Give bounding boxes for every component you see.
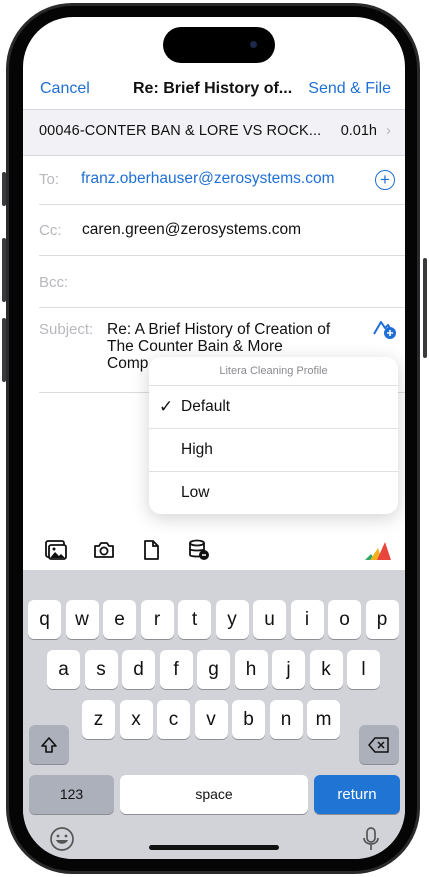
key-h[interactable]: h bbox=[234, 650, 268, 689]
key-w[interactable]: w bbox=[65, 600, 99, 639]
screen: Cancel Re: Brief History of... Send & Fi… bbox=[23, 17, 405, 859]
microphone-icon[interactable] bbox=[361, 826, 381, 857]
bcc-label: Bcc: bbox=[39, 274, 69, 291]
menu-item-label: High bbox=[181, 441, 213, 458]
key-r[interactable]: r bbox=[140, 600, 174, 639]
database-sync-icon[interactable] bbox=[187, 538, 211, 562]
menu-item-default[interactable]: ✓ Default bbox=[149, 386, 398, 429]
key-u[interactable]: u bbox=[253, 600, 286, 639]
subject-line-1: Re: A Brief History of Creation of bbox=[107, 321, 331, 338]
send-and-file-button[interactable]: Send & File bbox=[308, 80, 391, 98]
key-q[interactable]: q bbox=[28, 600, 61, 639]
emoji-icon[interactable] bbox=[49, 826, 75, 857]
matter-row[interactable]: 00046-CONTER BAN & LORE VS ROCK... 0.01h… bbox=[23, 109, 405, 156]
photo-library-icon[interactable] bbox=[44, 538, 68, 562]
keyboard: 123 space return qwertyuiop asdfghjkl zxcv… bbox=[23, 570, 405, 859]
cc-field[interactable]: Cc: caren.green@zerosystems.com bbox=[39, 205, 405, 256]
key-y[interactable]: y bbox=[215, 600, 249, 639]
litera-logo-icon[interactable] bbox=[363, 538, 393, 562]
menu-item-label: Default bbox=[181, 398, 231, 415]
space-key[interactable]: space bbox=[120, 775, 308, 814]
key-v[interactable]: v bbox=[194, 700, 228, 739]
delete-key[interactable] bbox=[359, 725, 399, 764]
key-l[interactable]: l bbox=[347, 650, 380, 689]
matter-name: 00046-CONTER BAN & LORE VS ROCK... bbox=[39, 123, 322, 139]
cc-recipient[interactable]: caren.green@zerosystems.com bbox=[82, 221, 301, 239]
bcc-field[interactable]: Bcc: bbox=[39, 256, 405, 308]
key-d[interactable]: d bbox=[122, 650, 155, 689]
key-j[interactable]: j bbox=[272, 650, 305, 689]
key-t[interactable]: t bbox=[178, 600, 211, 639]
add-contact-icon[interactable]: + bbox=[375, 170, 395, 190]
home-indicator bbox=[149, 845, 279, 850]
dynamic-island bbox=[163, 27, 275, 63]
key-e[interactable]: e bbox=[103, 600, 136, 639]
cc-label: Cc: bbox=[39, 222, 62, 239]
key-i[interactable]: i bbox=[290, 600, 324, 639]
key-k[interactable]: k bbox=[309, 650, 343, 689]
chevron-right-icon: › bbox=[386, 122, 391, 139]
subject-line-2: The Counter Bain & More bbox=[107, 338, 283, 355]
cloud-sync-icon[interactable] bbox=[371, 318, 397, 340]
key-o[interactable]: o bbox=[328, 600, 361, 639]
key-a[interactable]: a bbox=[47, 650, 80, 689]
key-x[interactable]: x bbox=[119, 700, 153, 739]
numbers-key[interactable]: 123 bbox=[29, 775, 114, 814]
key-m[interactable]: m bbox=[307, 700, 340, 739]
attachment-toolbar bbox=[23, 530, 405, 570]
nav-bar: Cancel Re: Brief History of... Send & Fi… bbox=[23, 73, 405, 105]
key-c[interactable]: c bbox=[157, 700, 190, 739]
cancel-button[interactable]: Cancel bbox=[40, 80, 90, 98]
camera-icon[interactable] bbox=[92, 538, 116, 562]
menu-header: Litera Cleaning Profile bbox=[149, 357, 398, 386]
key-n[interactable]: n bbox=[269, 700, 303, 739]
document-icon[interactable] bbox=[139, 538, 163, 562]
key-p[interactable]: p bbox=[365, 600, 399, 639]
return-key[interactable]: return bbox=[314, 775, 400, 814]
menu-item-low[interactable]: Low bbox=[149, 472, 398, 514]
key-z[interactable]: z bbox=[82, 700, 115, 739]
key-b[interactable]: b bbox=[232, 700, 265, 739]
to-recipient[interactable]: franz.oberhauser@zerosystems.com bbox=[81, 170, 335, 188]
nav-title: Re: Brief History of... bbox=[133, 80, 293, 97]
matter-time: 0.01h bbox=[340, 123, 377, 139]
key-g[interactable]: g bbox=[197, 650, 230, 689]
power-button bbox=[423, 258, 427, 358]
checkmark-icon: ✓ bbox=[159, 397, 174, 416]
to-field[interactable]: To: franz.oberhauser@zerosystems.com + bbox=[39, 155, 405, 205]
menu-item-high[interactable]: High bbox=[149, 429, 398, 472]
key-f[interactable]: f bbox=[159, 650, 193, 689]
to-label: To: bbox=[39, 171, 60, 188]
key-s[interactable]: s bbox=[84, 650, 118, 689]
menu-item-label: Low bbox=[181, 484, 210, 501]
subject-label: Subject: bbox=[39, 321, 94, 338]
shift-key[interactable] bbox=[29, 725, 69, 764]
cleaning-profile-menu: Litera Cleaning Profile ✓ Default High L… bbox=[149, 357, 398, 514]
